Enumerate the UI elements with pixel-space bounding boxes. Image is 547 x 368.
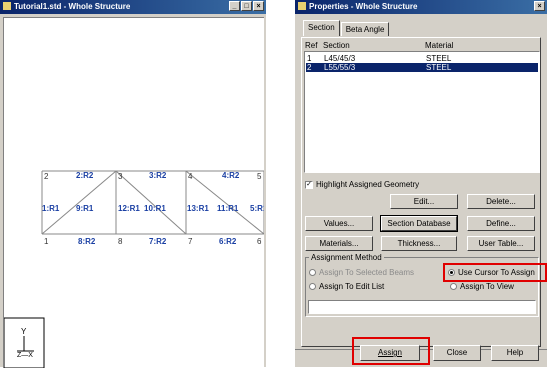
member-label: 11:R1	[217, 204, 239, 213]
properties-dialog: Properties - Whole Structure × Section B…	[295, 0, 547, 367]
maximize-button[interactable]: □	[241, 1, 252, 11]
properties-title-bar[interactable]: Properties - Whole Structure ×	[295, 0, 547, 14]
member-label: 7:R2	[149, 237, 167, 246]
node-label: 7	[188, 237, 193, 246]
member-label: 3:R2	[149, 171, 167, 180]
member-label: 5:R1	[250, 204, 264, 213]
axis-xz-label: Z—X	[17, 352, 33, 359]
row-material: STEEL	[426, 63, 452, 72]
col-header-material: Material	[425, 41, 454, 50]
member-label: 2:R2	[76, 171, 94, 180]
section-list[interactable]: 1 L45/45/3 STEEL 2 L55/55/3 STEEL	[304, 51, 540, 173]
section-database-button[interactable]: Section Database	[380, 215, 458, 232]
viewport-title: Tutorial1.std - Whole Structure	[14, 2, 131, 11]
node-label: 1	[44, 237, 49, 246]
dialog-close-button[interactable]: ×	[534, 1, 545, 11]
assign-selected-beams-radio[interactable]	[309, 269, 316, 276]
highlight-box-assign	[352, 337, 430, 365]
tab-beta-angle[interactable]: Beta Angle	[340, 22, 390, 36]
list-item-selected[interactable]: 2 L55/55/3 STEEL	[306, 63, 538, 72]
member-label: 9:R1	[76, 204, 94, 213]
node-label: 5	[257, 172, 262, 181]
close-dialog-button[interactable]: Close	[433, 345, 481, 361]
member-label: 1:R1	[42, 204, 60, 213]
properties-dialog-icon	[298, 2, 306, 10]
member-label: 12:R1	[118, 204, 140, 213]
col-header-ref: Ref	[305, 41, 318, 50]
row-section: L55/55/3	[324, 63, 356, 72]
row-ref: 2	[307, 63, 312, 72]
member-label: 4:R2	[222, 171, 240, 180]
edit-button[interactable]: Edit...	[390, 194, 458, 209]
row-material: STEEL	[426, 54, 452, 63]
tab-strip: Section Beta Angle	[303, 20, 390, 37]
node-label: 2	[44, 172, 49, 181]
list-item[interactable]: 1 L45/45/3 STEEL	[306, 54, 538, 63]
viewport-canvas[interactable]: 2:R2 3:R2 4:R2 1:R1 9:R1 12:R1 10:R1 13:…	[3, 17, 264, 368]
delete-button[interactable]: Delete...	[467, 194, 535, 209]
member-label: 13:R1	[187, 204, 209, 213]
diagonal-member	[115, 170, 187, 235]
edit-list-input[interactable]	[308, 300, 536, 314]
assign-to-view-radio[interactable]	[450, 283, 457, 290]
close-button[interactable]: ×	[253, 1, 264, 11]
highlight-box-use-cursor	[443, 263, 547, 282]
highlight-label: Highlight Assigned Geometry	[316, 180, 420, 189]
row-ref: 1	[307, 54, 312, 63]
minimize-button[interactable]: _	[229, 1, 240, 11]
assign-edit-list-radio[interactable]	[309, 283, 316, 290]
axis-y-label: Y	[21, 327, 27, 336]
tab-section[interactable]: Section	[303, 20, 340, 36]
node-label: 4	[188, 172, 193, 181]
member-label: 10:R1	[144, 204, 166, 213]
member-label: 6:R2	[219, 237, 237, 246]
assign-to-view-label: Assign To View	[460, 282, 514, 291]
col-header-section: Section	[323, 41, 350, 50]
assign-selected-beams-label: Assign To Selected Beams	[319, 268, 415, 277]
assignment-method-label: Assignment Method	[309, 253, 384, 262]
structure-viewport-window: Tutorial1.std - Whole Structure _ □ × 2:…	[0, 0, 266, 368]
row-section: L45/45/3	[324, 54, 356, 63]
help-button[interactable]: Help	[491, 345, 539, 361]
user-table-button[interactable]: User Table...	[467, 236, 535, 251]
node-label: 6	[257, 237, 262, 246]
values-button[interactable]: Values...	[305, 216, 373, 231]
member-label: 8:R2	[78, 237, 96, 246]
highlight-checkbox[interactable]: ✓	[305, 181, 313, 189]
viewport-title-bar[interactable]: Tutorial1.std - Whole Structure _ □ ×	[0, 0, 266, 14]
assign-edit-list-label: Assign To Edit List	[319, 282, 385, 291]
define-button[interactable]: Define...	[467, 216, 535, 231]
node-label: 3	[118, 172, 123, 181]
properties-title: Properties - Whole Structure	[309, 2, 418, 11]
thickness-button[interactable]: Thickness...	[381, 236, 457, 251]
axis-triad-icon: Y Z—X	[4, 317, 45, 368]
diagonal-member	[185, 170, 264, 235]
node-label: 8	[118, 237, 123, 246]
viewport-app-icon	[3, 2, 11, 10]
truss-structure[interactable]: 2:R2 3:R2 4:R2 1:R1 9:R1 12:R1 10:R1 13:…	[4, 18, 264, 368]
materials-button[interactable]: Materials...	[305, 236, 373, 251]
diagonal-member	[41, 170, 117, 235]
